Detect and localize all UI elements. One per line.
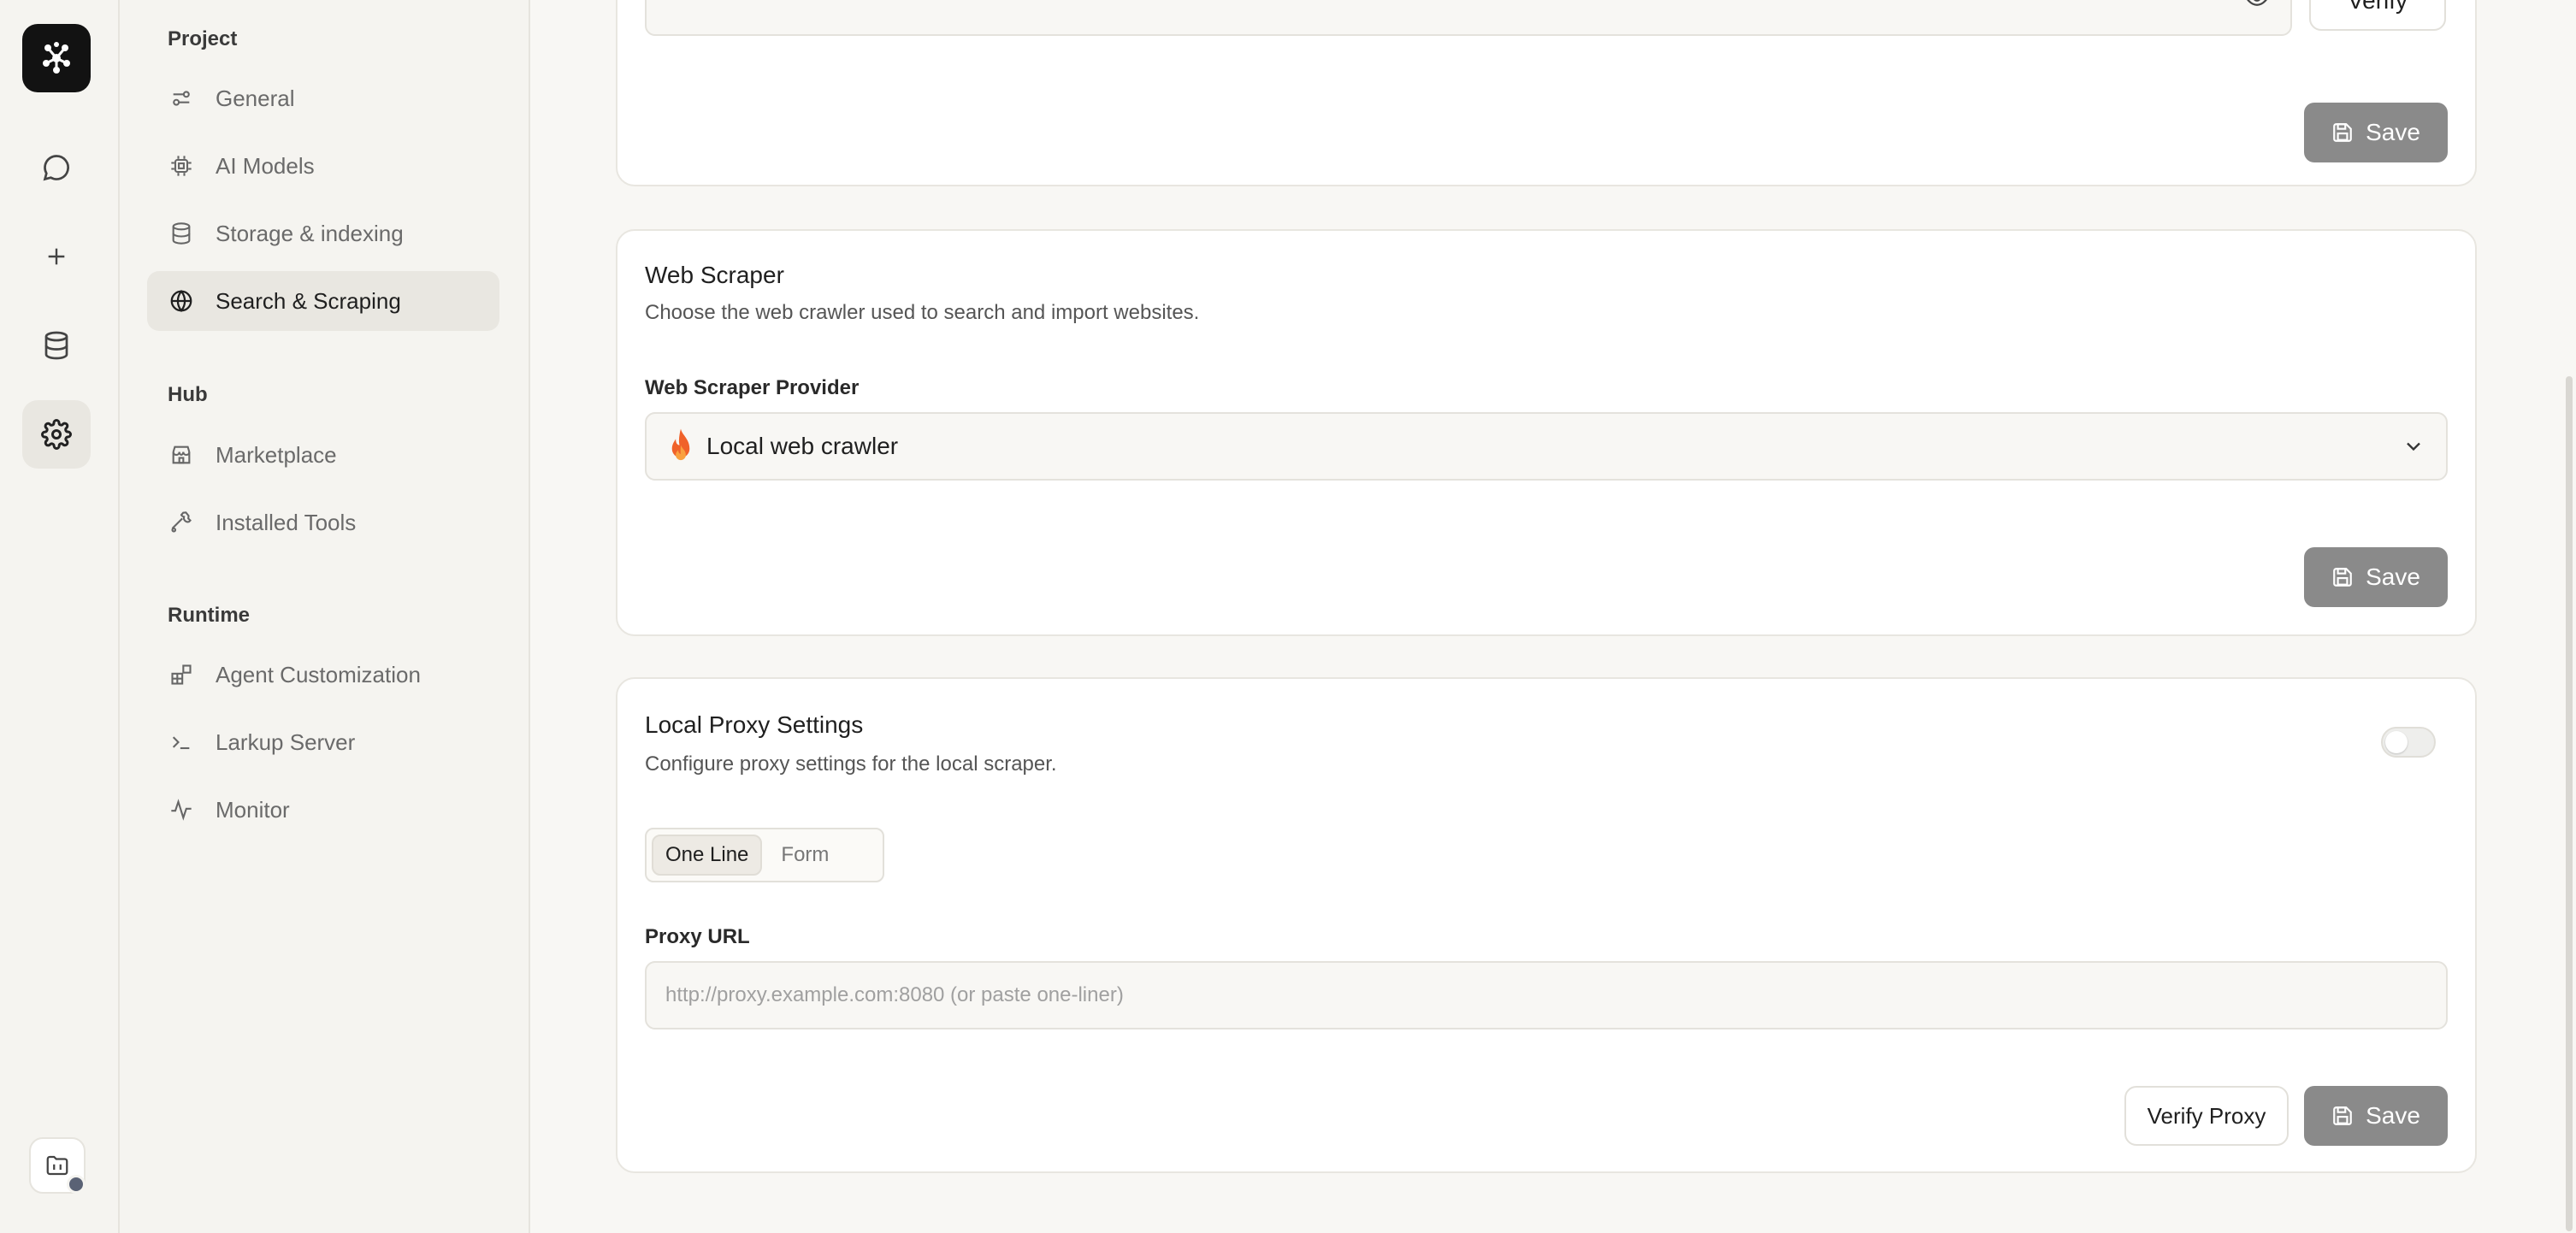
save-icon — [2333, 568, 2352, 587]
settings-content: ••••••••••••••••••••••••••••••••••••••••… — [530, 0, 2576, 1233]
save-button[interactable]: Save — [2304, 1086, 2448, 1146]
proxy-enabled-toggle[interactable] — [2381, 727, 2436, 758]
sidebar-item-installed-tools[interactable]: Installed Tools — [147, 493, 499, 552]
provider-value: Local web crawler — [706, 433, 899, 459]
logo-icon — [43, 42, 70, 74]
plus-icon — [48, 248, 65, 265]
flame-icon — [665, 428, 696, 465]
web-scraper-card: Web Scraper Choose the web crawler used … — [616, 229, 2477, 636]
sidebar-item-search-scraping[interactable]: Search & Scraping — [147, 271, 499, 331]
app-logo[interactable] — [22, 24, 91, 92]
icon-rail — [0, 0, 120, 1233]
chat-bubble-icon — [43, 155, 69, 181]
save-button[interactable]: Save — [2304, 103, 2448, 162]
sidebar-item-label: Agent Customization — [216, 661, 421, 687]
tab-one-line[interactable]: One Line — [652, 835, 763, 876]
sidebar-item-label: AI Models — [216, 152, 315, 179]
group-label-hub: Hub — [168, 383, 208, 406]
api-key-input[interactable]: ••••••••••••••••••••••••••••••••••••••••… — [645, 0, 2292, 36]
sidebar-item-ai-models[interactable]: AI Models — [147, 136, 499, 196]
sidebar-item-larkup-server[interactable]: Larkup Server — [147, 712, 499, 772]
sidebar-item-label: Search & Scraping — [216, 287, 401, 314]
api-key-card: ••••••••••••••••••••••••••••••••••••••••… — [616, 0, 2477, 186]
sidebar-item-label: Installed Tools — [216, 509, 357, 535]
save-label: Save — [2366, 1102, 2420, 1129]
provider-label: Web Scraper Provider — [645, 376, 860, 399]
blocks-icon — [168, 661, 195, 688]
sidebar-item-label: Marketplace — [216, 441, 337, 468]
sidebar-item-storage[interactable]: Storage & indexing — [147, 204, 499, 263]
settings-sidebar: Project General AI Models Storage & inde… — [120, 0, 530, 1233]
save-icon — [2333, 123, 2352, 142]
gear-icon — [41, 419, 72, 450]
show-password-icon[interactable] — [2244, 0, 2270, 15]
proxy-settings-card: Local Proxy Settings Configure proxy set… — [616, 677, 2477, 1173]
card-description: Configure proxy settings for the local s… — [645, 752, 1057, 776]
store-icon — [168, 441, 195, 469]
scrollbar[interactable] — [2566, 376, 2573, 1231]
proxy-url-input[interactable]: http://proxy.example.com:8080 (or paste … — [645, 961, 2448, 1029]
save-icon — [2333, 1106, 2352, 1125]
chevron-down-icon — [2402, 434, 2425, 463]
sidebar-item-label: Larkup Server — [216, 729, 356, 755]
sidebar-item-marketplace[interactable]: Marketplace — [147, 425, 499, 485]
proxy-url-label: Proxy URL — [645, 925, 750, 948]
card-description: Choose the web crawler used to search an… — [645, 301, 1200, 324]
proxy-url-placeholder: http://proxy.example.com:8080 (or paste … — [665, 983, 1124, 1006]
group-label-project: Project — [168, 27, 238, 50]
sidebar-item-general[interactable]: General — [147, 68, 499, 128]
group-label-runtime: Runtime — [168, 604, 250, 627]
rail-new-button[interactable] — [22, 222, 91, 291]
folder-icon — [46, 1155, 68, 1176]
proxy-mode-tabs: One Line Form — [645, 828, 884, 882]
rail-settings-button[interactable] — [22, 400, 91, 469]
card-title: Web Scraper — [645, 262, 784, 288]
terminal-icon — [168, 729, 195, 756]
sidebar-item-agent-customization[interactable]: Agent Customization — [147, 645, 499, 705]
status-dot — [67, 1175, 86, 1194]
tab-form[interactable]: Form — [769, 835, 841, 876]
activity-icon — [168, 796, 195, 823]
provider-select[interactable]: Local web crawler — [645, 412, 2448, 481]
database-icon — [168, 220, 195, 247]
globe-icon — [168, 287, 195, 315]
verify-button[interactable]: Verify — [2309, 0, 2446, 31]
cpu-icon — [168, 152, 195, 180]
sidebar-item-label: General — [216, 85, 295, 111]
sidebar-item-label: Monitor — [216, 796, 290, 823]
sidebar-item-monitor[interactable]: Monitor — [147, 780, 499, 840]
sidebar-item-label: Storage & indexing — [216, 220, 404, 246]
toggle-knob — [2385, 731, 2408, 753]
save-label: Save — [2366, 563, 2420, 590]
workspace-folder-button[interactable] — [29, 1137, 86, 1194]
masked-value: ••••••••••••••••••••••••••••••••••••••••… — [665, 0, 1075, 4]
card-title: Local Proxy Settings — [645, 711, 864, 738]
rail-chat-button[interactable] — [22, 133, 91, 202]
verify-proxy-button[interactable]: Verify Proxy — [2124, 1086, 2289, 1146]
save-button[interactable]: Save — [2304, 547, 2448, 607]
wrench-icon — [168, 509, 195, 536]
save-label: Save — [2366, 119, 2420, 145]
sliders-icon — [168, 85, 195, 112]
database-icon — [44, 331, 68, 360]
rail-database-button[interactable] — [22, 311, 91, 380]
